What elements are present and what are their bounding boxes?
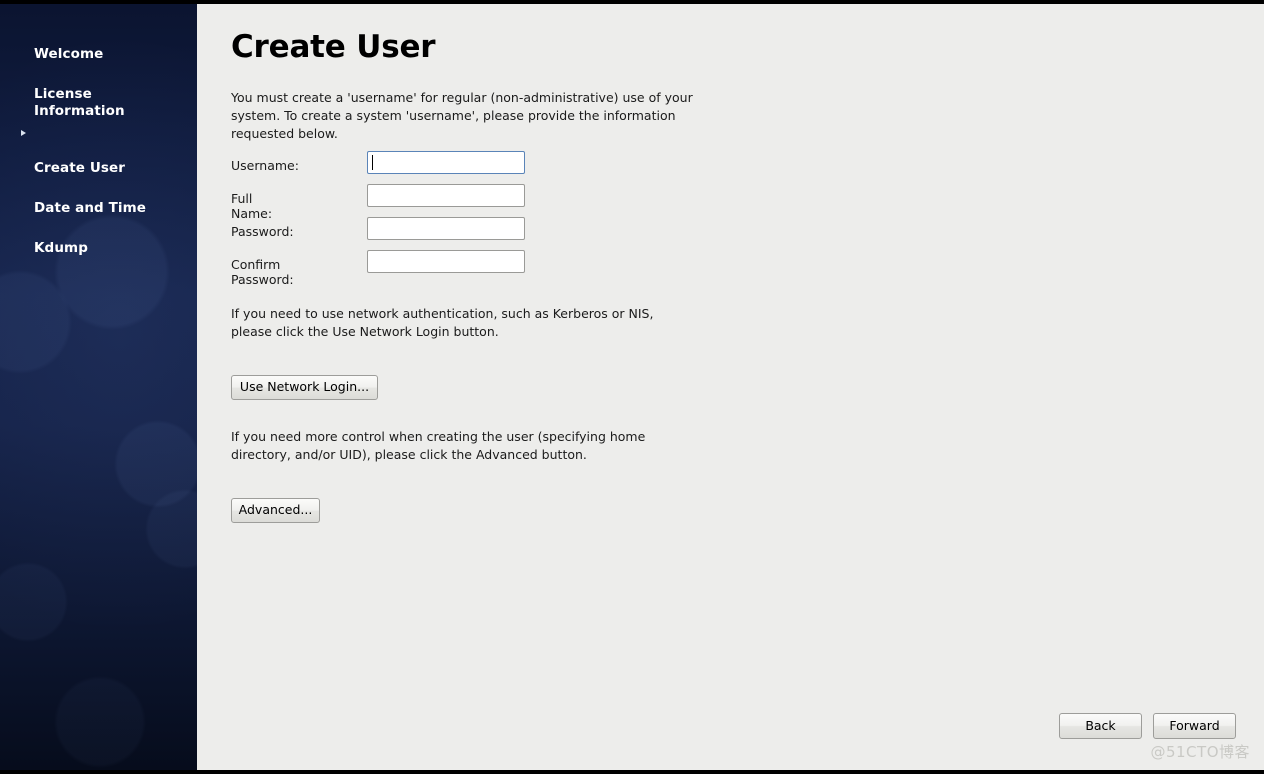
sidebar-item-date-and-time[interactable]: Date and Time (0, 180, 197, 220)
network-description: If you need to use network authenticatio… (231, 306, 654, 340)
sidebar-item-create-user[interactable]: Create User (0, 123, 197, 180)
sidebar-item-label: License Information (34, 86, 125, 119)
sidebar-item-label: Kdump (34, 240, 88, 256)
sidebar-item-license-information[interactable]: License Information (0, 66, 197, 123)
caret-right-icon (21, 130, 26, 136)
bottom-black-bar (0, 770, 1264, 774)
back-button[interactable]: Back (1059, 713, 1142, 739)
confirm-password-input[interactable] (367, 250, 525, 273)
use-network-login-button[interactable]: Use Network Login... (231, 375, 378, 400)
sidebar-item-kdump[interactable]: Kdump (0, 220, 197, 260)
advanced-description: If you need more control when creating t… (231, 429, 646, 463)
intro-description: You must create a 'username' for regular… (231, 90, 693, 142)
full-name-label: Full Name: (231, 191, 273, 221)
sidebar-nav: Welcome License Information Create User … (0, 4, 197, 260)
screen-root: Welcome License Information Create User … (0, 0, 1264, 774)
sidebar-item-label: Create User (34, 160, 126, 176)
sidebar: Welcome License Information Create User … (0, 4, 197, 770)
text-caret-icon (372, 155, 373, 170)
page-title: Create User (231, 29, 436, 65)
watermark: @51CTO博客 (1150, 743, 1250, 761)
sidebar-item-label: Date and Time (34, 200, 147, 216)
password-input[interactable] (367, 217, 525, 240)
forward-button[interactable]: Forward (1153, 713, 1236, 739)
confirm-password-label: Confirm Password: (231, 257, 294, 287)
username-input[interactable] (367, 151, 525, 174)
sidebar-item-label: Welcome (34, 46, 104, 62)
full-name-input[interactable] (367, 184, 525, 207)
sidebar-item-welcome[interactable]: Welcome (0, 26, 197, 66)
username-label: Username: (231, 158, 299, 173)
main-panel: Create User You must create a 'username'… (197, 4, 1264, 770)
advanced-button[interactable]: Advanced... (231, 498, 320, 523)
password-label: Password: (231, 224, 294, 239)
